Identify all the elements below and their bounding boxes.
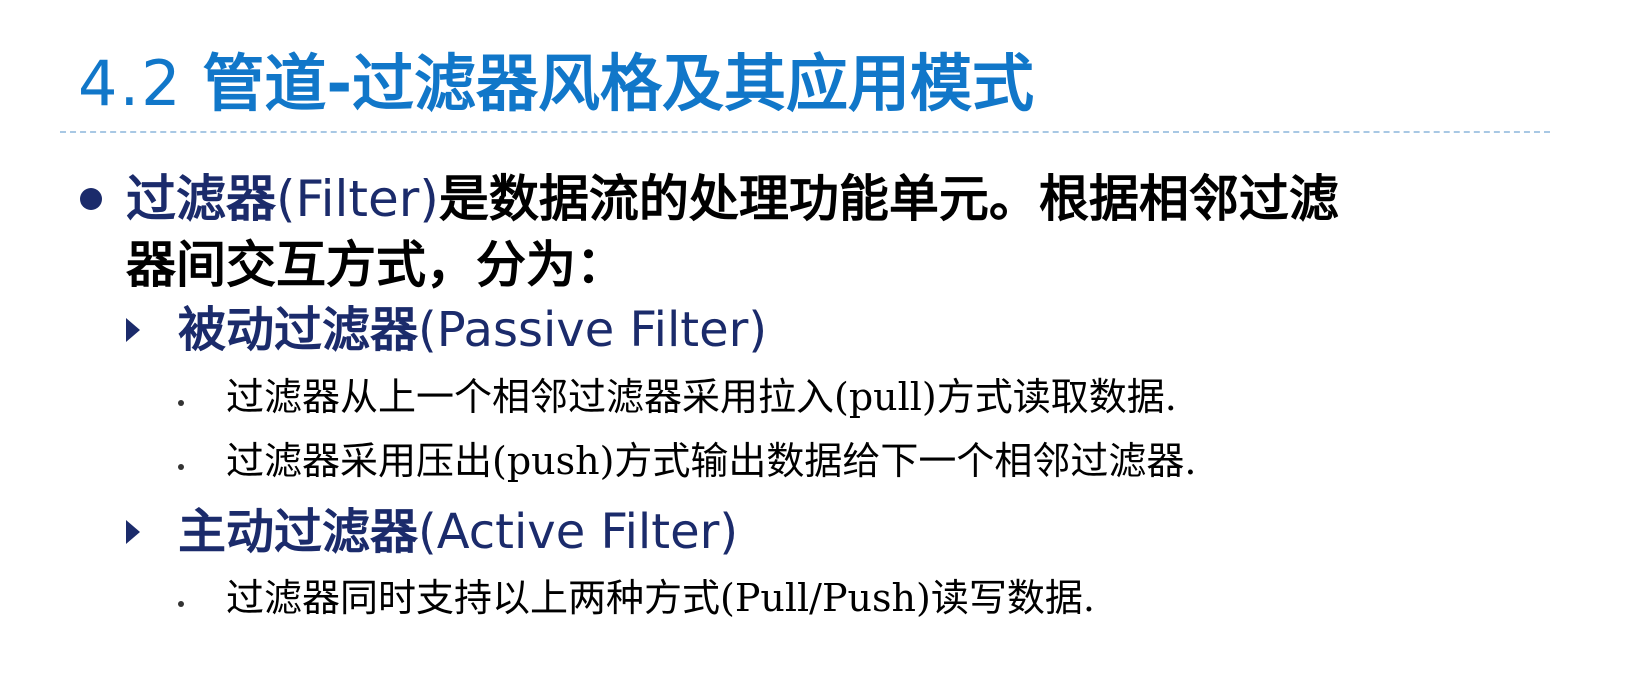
page-title: 4.2 管道-过滤器风格及其应用模式: [78, 46, 1034, 122]
section-number: 4.2: [78, 47, 183, 120]
triangle-bullet-icon: [126, 318, 140, 342]
filter-definition-line1: 是数据流的处理功能单元。根据相邻过滤: [438, 170, 1339, 228]
filter-definition-line2: 器间交互方式，分为：: [126, 236, 626, 294]
filter-term: 过滤器: [126, 170, 276, 228]
section-title-text: 管道-过滤器风格及其应用模式: [202, 47, 1035, 120]
title-divider: [60, 131, 1550, 133]
filter-definition-paragraph: 过滤器(Filter)是数据流的处理功能单元。根据相邻过滤 器间交互方式，分为：: [126, 166, 1576, 298]
filter-term-en: (Filter): [276, 170, 439, 228]
bullet-dot-icon: [80, 188, 102, 210]
active-filter-item: 过滤器同时支持以上两种方式(Pull/Push)读写数据.: [226, 576, 1095, 620]
passive-filter-heading-cn: 被动过滤器: [178, 302, 419, 358]
passive-filter-item: 过滤器从上一个相邻过滤器采用拉入(pull)方式读取数据.: [226, 375, 1177, 419]
active-filter-heading-en: (Active Filter): [418, 504, 739, 560]
small-bullet-icon: [178, 400, 184, 406]
active-filter-heading: 主动过滤器(Active Filter): [178, 502, 738, 562]
passive-filter-heading: 被动过滤器(Passive Filter): [178, 300, 767, 360]
small-bullet-icon: [178, 601, 184, 607]
small-bullet-icon: [178, 464, 184, 470]
active-filter-heading-cn: 主动过滤器: [178, 504, 419, 560]
passive-filter-item: 过滤器采用压出(push)方式输出数据给下一个相邻过滤器.: [226, 439, 1197, 483]
triangle-bullet-icon: [126, 520, 140, 544]
passive-filter-heading-en: (Passive Filter): [418, 302, 768, 358]
